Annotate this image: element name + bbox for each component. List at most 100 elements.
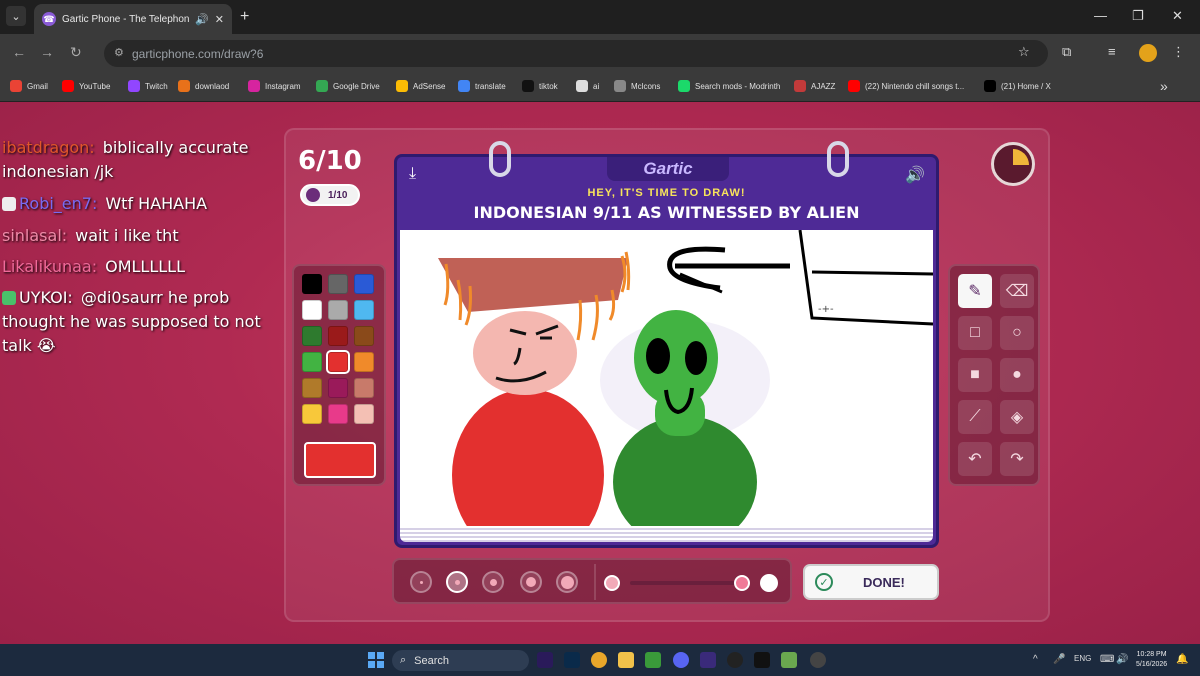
bookmark-item[interactable]: Instagram <box>248 80 301 92</box>
bookmark-item[interactable]: (21) Home / X <box>984 80 1051 92</box>
color-swatch[interactable] <box>302 300 322 320</box>
bookmark-item[interactable]: AdSense <box>396 80 445 92</box>
bookmark-item[interactable]: downlaod <box>178 80 229 92</box>
app-icon[interactable] <box>781 652 797 668</box>
opacity-slider-handle[interactable] <box>734 575 750 591</box>
color-swatch[interactable] <box>328 326 348 346</box>
speaker-icon[interactable]: 🔊 <box>195 13 209 26</box>
filled-ellipse-icon[interactable]: ● <box>1000 358 1034 392</box>
color-swatch[interactable] <box>328 404 348 424</box>
site-info-icon[interactable]: ⚙ <box>114 46 124 59</box>
eraser-icon[interactable]: ⌫ <box>1000 274 1034 308</box>
color-swatch[interactable] <box>302 274 322 294</box>
close-window-icon[interactable]: ✕ <box>1172 8 1183 24</box>
extensions-icon[interactable]: ⧉ <box>1062 44 1071 60</box>
clock[interactable]: 10:28 PM 5/16/2026 <box>1136 650 1167 670</box>
menu-icon[interactable]: ⋮ <box>1172 44 1185 60</box>
bookmark-item[interactable]: AJAZZ <box>794 80 835 92</box>
brush-size-1[interactable] <box>410 571 432 593</box>
bookmark-label: YouTube <box>79 81 111 91</box>
color-swatch[interactable] <box>354 404 374 424</box>
brush-size-4[interactable] <box>520 571 542 593</box>
bookmark-item[interactable]: ai <box>576 80 599 92</box>
color-swatch[interactable] <box>326 350 350 374</box>
obs-icon[interactable] <box>727 652 743 668</box>
address-bar[interactable]: ⚙ garticphone.com/draw?6 <box>104 40 1048 67</box>
notification-bell-icon[interactable]: 🔔 <box>1176 654 1188 665</box>
premiere-pro-icon[interactable] <box>537 652 553 668</box>
app-icon[interactable] <box>700 652 716 668</box>
active-tab[interactable]: ☎ Gartic Phone - The Telephone Game 🔊 ✕ <box>34 4 232 34</box>
bookmark-label: Gmail <box>27 81 48 91</box>
bookmark-item[interactable]: Mclcons <box>614 80 660 92</box>
brush-size-3[interactable] <box>482 571 504 593</box>
volume-icon[interactable]: 🔊 <box>1116 654 1128 665</box>
bookmark-item[interactable]: tiktok <box>522 80 558 92</box>
minecraft-icon[interactable] <box>645 652 661 668</box>
color-swatch[interactable] <box>328 300 348 320</box>
line-icon[interactable]: ⟋ <box>958 400 992 434</box>
sound-icon[interactable]: 🔊 <box>905 165 925 185</box>
draw-subtitle: HEY, IT'S TIME TO DRAW! <box>587 187 746 199</box>
color-swatch[interactable] <box>328 378 348 398</box>
color-swatch[interactable] <box>354 300 374 320</box>
chat-text: @di0saurr he prob <box>80 288 230 307</box>
color-swatch[interactable] <box>302 404 322 424</box>
minimize-icon[interactable]: — <box>1094 8 1107 23</box>
language-indicator[interactable]: ENG <box>1074 654 1091 663</box>
new-tab-button[interactable]: + <box>240 8 249 26</box>
bookmark-item[interactable]: Google Drive <box>316 80 380 92</box>
media-controls-icon[interactable]: ≡ <box>1108 44 1116 59</box>
chrome-icon[interactable] <box>591 652 607 668</box>
ellipse-icon[interactable]: ○ <box>1000 316 1034 350</box>
restore-icon[interactable]: ❐ <box>1132 8 1144 24</box>
bookmark-item[interactable]: translate <box>458 80 506 92</box>
fill-bucket-icon[interactable]: ◈ <box>1000 400 1034 434</box>
back-icon[interactable]: ← <box>12 44 26 60</box>
color-swatch[interactable] <box>354 326 374 346</box>
bookmark-item[interactable]: Gmail <box>10 80 48 92</box>
close-tab-icon[interactable]: ✕ <box>215 13 224 26</box>
discord-icon[interactable] <box>673 652 689 668</box>
more-bookmarks-icon[interactable]: » <box>1160 78 1168 94</box>
app-icon[interactable] <box>810 652 826 668</box>
tab-search-button[interactable]: ⌄ <box>6 6 26 26</box>
bookmark-item[interactable]: Twitch <box>128 80 168 92</box>
bookmark-star-icon[interactable]: ☆ <box>1018 44 1030 60</box>
bookmark-item[interactable]: Search mods - Modrinth <box>678 80 780 92</box>
color-swatch[interactable] <box>302 326 322 346</box>
download-icon[interactable]: ⤓ <box>409 165 416 183</box>
brush-size-2[interactable] <box>446 571 468 593</box>
redo-icon[interactable]: ↷ <box>1000 442 1034 476</box>
opacity-slider[interactable] <box>630 581 740 585</box>
drawing-canvas[interactable]: -+- <box>400 230 933 526</box>
microphone-icon[interactable]: 🎤 <box>1053 654 1065 665</box>
profile-avatar[interactable] <box>1139 44 1157 62</box>
photoshop-icon[interactable] <box>564 652 580 668</box>
filled-rectangle-icon[interactable]: ■ <box>958 358 992 392</box>
app-icon[interactable] <box>754 652 770 668</box>
pencil-icon[interactable]: ✎ <box>958 274 992 308</box>
tray-chevron-icon[interactable]: ^ <box>1033 654 1038 665</box>
round-pill: 1/10 <box>300 184 360 206</box>
color-swatch[interactable] <box>328 274 348 294</box>
network-icon[interactable]: ⌨ <box>1100 654 1114 665</box>
color-swatch[interactable] <box>302 378 322 398</box>
windows-start-icon[interactable] <box>368 652 384 668</box>
clock-date: 5/16/2026 <box>1136 661 1168 668</box>
file-explorer-icon[interactable] <box>618 652 634 668</box>
chat-message: thought he was supposed to not <box>2 312 261 331</box>
color-swatch[interactable] <box>354 274 374 294</box>
color-swatch[interactable] <box>302 352 322 372</box>
reload-icon[interactable]: ↻ <box>70 44 82 61</box>
brush-size-5[interactable] <box>556 571 578 593</box>
bookmark-item[interactable]: (22) Nintendo chill songs t... <box>848 80 964 92</box>
bookmark-item[interactable]: YouTube <box>62 80 110 92</box>
undo-icon[interactable]: ↶ <box>958 442 992 476</box>
color-swatch[interactable] <box>354 352 374 372</box>
rectangle-icon[interactable]: □ <box>958 316 992 350</box>
forward-icon[interactable]: → <box>40 44 54 60</box>
taskbar-search[interactable]: ⌕ Search <box>392 650 529 671</box>
done-button[interactable]: ✓ DONE! <box>803 564 939 600</box>
color-swatch[interactable] <box>354 378 374 398</box>
